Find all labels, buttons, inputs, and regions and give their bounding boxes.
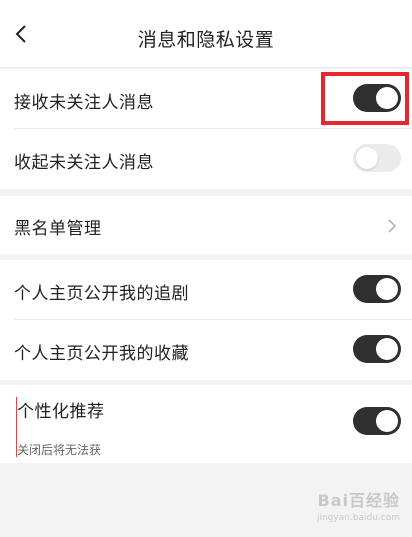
toggle-knob (376, 338, 398, 360)
setting-description: 关闭后将无法获 (17, 443, 102, 457)
toggle-knob (376, 278, 398, 300)
receive-unfollowed-messages-toggle[interactable] (353, 84, 401, 112)
setting-label: 接收未关注人消息 (14, 93, 154, 113)
setting-label: 黑名单管理 (14, 219, 102, 239)
profile-show-series-toggle[interactable] (353, 275, 401, 303)
top-bar: 消息和隐私设置 (0, 0, 412, 68)
setting-label: 个性化推荐 (17, 402, 105, 422)
setting-label: 个人主页公开我的收藏 (14, 344, 189, 364)
chevron-right-icon (388, 219, 397, 233)
watermark-url: jingyan.baidu.com (316, 513, 400, 523)
watermark-logo: Bai百经验 (317, 491, 400, 510)
setting-row-personalized-recommendation: 个性化推荐 关闭后将无法获 (0, 385, 412, 463)
toggle-knob (356, 147, 378, 169)
setting-row-receive-unfollowed-messages: 接收未关注人消息 (0, 69, 412, 129)
setting-row-profile-show-series: 个人主页公开我的追剧 (0, 260, 412, 320)
profile-show-favorites-toggle[interactable] (353, 335, 401, 363)
setting-row-blacklist[interactable]: 黑名单管理 (0, 196, 412, 254)
setting-row-fold-unfollowed-messages: 收起未关注人消息 (0, 129, 412, 189)
page-title: 消息和隐私设置 (137, 29, 275, 51)
personalized-recommendation-toggle[interactable] (353, 407, 401, 435)
setting-row-profile-show-favorites: 个人主页公开我的收藏 (0, 320, 412, 380)
setting-label: 个人主页公开我的追剧 (14, 284, 189, 304)
setting-label: 收起未关注人消息 (14, 153, 154, 173)
toggle-knob (376, 87, 398, 109)
fold-unfollowed-messages-toggle[interactable] (353, 144, 401, 172)
baidu-jingyan-watermark: Bai百经验 jingyan.baidu.com (317, 487, 400, 523)
toggle-knob (376, 410, 398, 432)
